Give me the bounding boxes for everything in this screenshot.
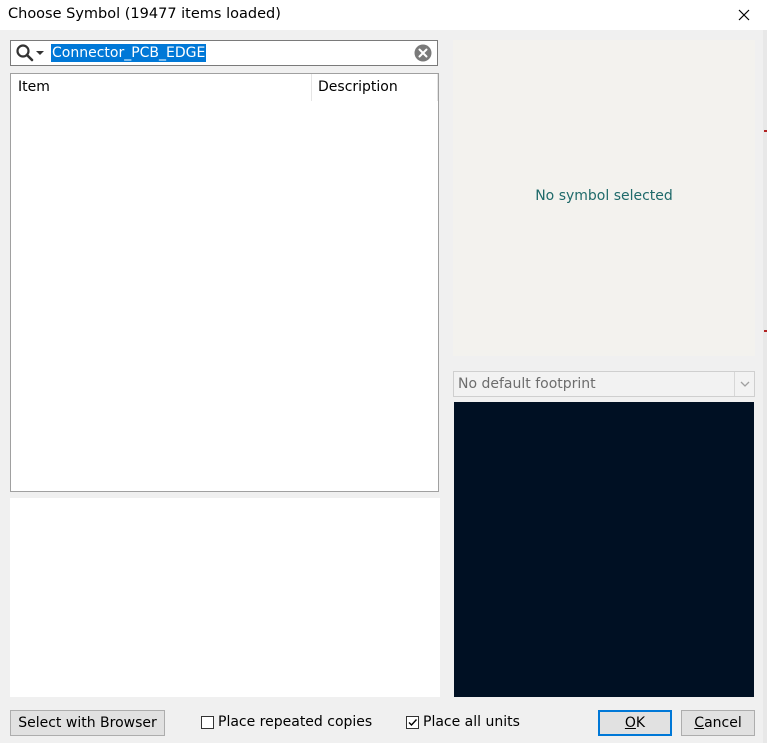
chevron-down-icon bbox=[740, 381, 749, 387]
list-header: Item Description bbox=[11, 74, 438, 101]
footprint-select-value: No default footprint bbox=[458, 376, 596, 392]
background-window-edge bbox=[763, 30, 767, 743]
place-repeated-copies-checkbox[interactable]: Place repeated copies bbox=[201, 714, 372, 730]
column-header-description[interactable]: Description bbox=[318, 79, 398, 95]
footprint-preview bbox=[454, 402, 754, 697]
no-symbol-message: No symbol selected bbox=[535, 188, 673, 204]
checkbox-label: Place all units bbox=[423, 714, 520, 730]
ok-button[interactable]: OK bbox=[598, 710, 672, 736]
checkbox-label: Place repeated copies bbox=[218, 714, 373, 730]
search-input-value[interactable]: Connector_PCB_EDGE bbox=[51, 44, 207, 62]
cancel-label: ancel bbox=[704, 715, 742, 731]
checkbox-box[interactable] bbox=[201, 715, 214, 729]
cancel-mnemonic: C bbox=[694, 715, 705, 731]
footprint-dropdown-button bbox=[734, 372, 754, 396]
search-menu-button[interactable] bbox=[15, 43, 47, 63]
column-divider[interactable] bbox=[311, 74, 312, 101]
symbol-preview: No symbol selected bbox=[453, 40, 755, 356]
title-bar: Choose Symbol (19477 items loaded) bbox=[0, 0, 767, 30]
column-header-item[interactable]: Item bbox=[18, 79, 50, 95]
close-icon bbox=[738, 9, 750, 21]
cancel-button[interactable]: Cancel bbox=[681, 710, 755, 736]
window-title: Choose Symbol (19477 items loaded) bbox=[8, 6, 281, 22]
symbol-details-panel bbox=[10, 498, 440, 697]
column-divider[interactable] bbox=[437, 74, 438, 101]
ok-mnemonic: O bbox=[624, 715, 636, 731]
place-all-units-checkbox[interactable]: Place all units bbox=[406, 714, 520, 730]
close-button[interactable] bbox=[721, 0, 767, 30]
clear-search-icon[interactable] bbox=[414, 44, 432, 62]
ok-label: K bbox=[635, 715, 646, 731]
symbol-list[interactable]: Item Description bbox=[10, 73, 439, 492]
chevron-down-icon bbox=[36, 51, 44, 55]
checkbox-box[interactable] bbox=[406, 715, 419, 729]
checkmark-icon bbox=[408, 718, 418, 726]
search-input[interactable]: Connector_PCB_EDGE bbox=[10, 40, 438, 66]
footprint-select: No default footprint bbox=[453, 371, 755, 397]
search-icon bbox=[16, 44, 34, 62]
select-with-browser-button[interactable]: Select with Browser bbox=[10, 710, 165, 736]
